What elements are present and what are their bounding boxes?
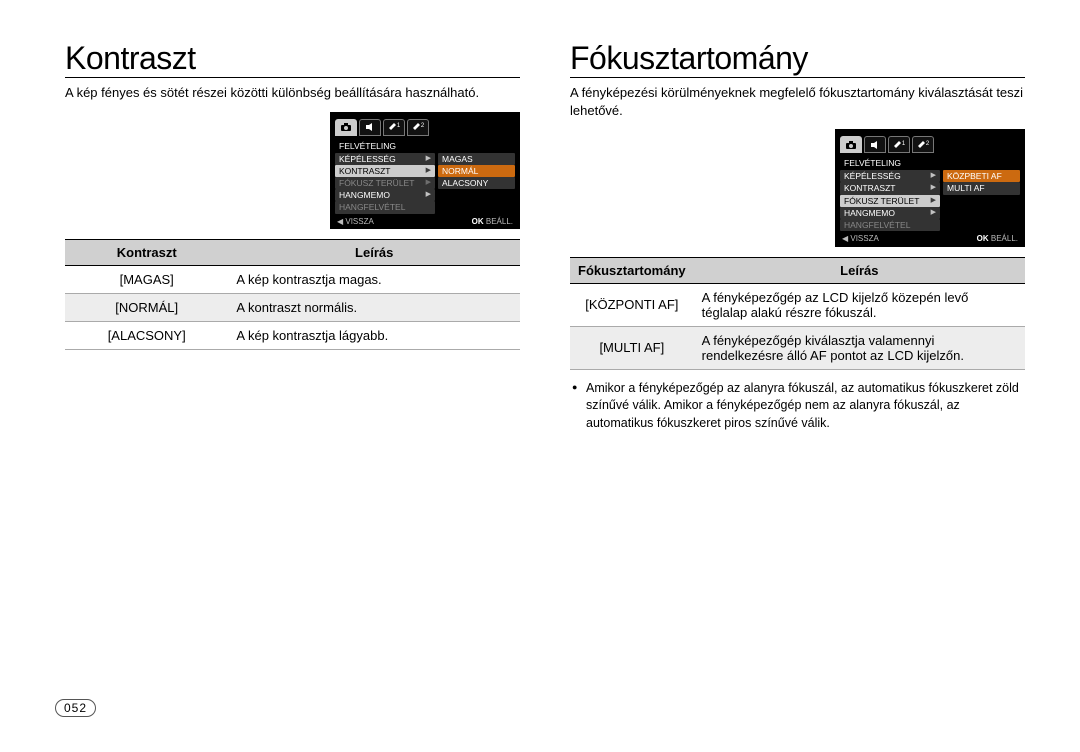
option-cell: [MAGAS] — [65, 266, 228, 294]
left-lcd: 1 2 FELVÉTELING KÉPÉLESSÉG▶KONTRASZT▶FÓK… — [330, 112, 520, 230]
option-cell: [NORMÁL] — [65, 294, 228, 322]
wrench-tab-2-icon: 2 — [407, 119, 429, 136]
lcd-menu-item: FÓKUSZ TERÜLET▶ — [335, 177, 435, 189]
lcd-left-list: KÉPÉLESSÉG▶KONTRASZT▶FÓKUSZ TERÜLET▶HANG… — [335, 153, 435, 214]
lcd-menu-item: FÓKUSZ TERÜLET▶ — [840, 195, 940, 207]
lcd-body: KÉPÉLESSÉG▶KONTRASZT▶FÓKUSZ TERÜLET▶HANG… — [335, 153, 515, 214]
right-table-body: [KÖZPONTI AF]A fényképezőgép az LCD kije… — [570, 283, 1025, 369]
option-cell: [MULTI AF] — [570, 326, 694, 369]
lcd-footer: ◀ VISSZA OK BEÁLL. — [840, 231, 1020, 244]
lcd-tabs: 1 2 — [335, 117, 515, 140]
sound-tab-icon — [864, 136, 886, 153]
desc-cell: A kép kontrasztja magas. — [228, 266, 520, 294]
th-desc: Leírás — [228, 240, 520, 266]
option-cell: [KÖZPONTI AF] — [570, 283, 694, 326]
desc-cell: A kép kontrasztja lágyabb. — [228, 322, 520, 350]
lcd-menu-item: KÉPÉLESSÉG▶ — [840, 170, 940, 182]
table-row: [NORMÁL]A kontraszt normális. — [65, 294, 520, 322]
desc-cell: A fényképezőgép kiválasztja valamennyi r… — [694, 326, 1025, 369]
camera-tab-icon — [335, 119, 357, 136]
wrench-tab-1-icon: 1 — [383, 119, 405, 136]
table-row: [ALACSONY]A kép kontrasztja lágyabb. — [65, 322, 520, 350]
option-cell: [ALACSONY] — [65, 322, 228, 350]
left-table-body: [MAGAS]A kép kontrasztja magas.[NORMÁL]A… — [65, 266, 520, 350]
right-column: Fókusztartomány A fényképezési körülmény… — [570, 40, 1025, 432]
th-option: Fókusztartomány — [570, 257, 694, 283]
th-desc: Leírás — [694, 257, 1025, 283]
left-table: Kontraszt Leírás [MAGAS]A kép kontrasztj… — [65, 239, 520, 350]
lcd-menu-item: NORMÁL — [438, 165, 515, 177]
lcd-menu-item: MULTI AF — [943, 182, 1020, 194]
lcd-left-list: KÉPÉLESSÉG▶KONTRASZT▶FÓKUSZ TERÜLET▶HANG… — [840, 170, 940, 231]
lcd-menu-item: KONTRASZT▶ — [840, 182, 940, 194]
left-lcd-wrap: 1 2 FELVÉTELING KÉPÉLESSÉG▶KONTRASZT▶FÓK… — [65, 112, 520, 230]
lcd-right-list: MAGASNORMÁLALACSONY — [435, 153, 515, 214]
right-intro: A fényképezési körülményeknek megfelelő … — [570, 84, 1025, 119]
left-column: Kontraszt A kép fényes és sötét részei k… — [65, 40, 520, 432]
lcd-menu-item: HANGMEMO▶ — [335, 189, 435, 201]
camera-tab-icon — [840, 136, 862, 153]
lcd-right-list: KÖZPBETI AFMULTI AF — [940, 170, 1020, 231]
left-intro: A kép fényes és sötét részei közötti kül… — [65, 84, 520, 102]
wrench-tab-1-icon: 1 — [888, 136, 910, 153]
lcd-menu-item: MAGAS — [438, 153, 515, 165]
page-number: 052 — [55, 699, 96, 717]
desc-cell: A kontraszt normális. — [228, 294, 520, 322]
sound-tab-icon — [359, 119, 381, 136]
lcd-menu-item: ALACSONY — [438, 177, 515, 189]
left-title: Kontraszt — [65, 40, 520, 78]
lcd-menu-item: HANGFELVÉTEL — [840, 219, 940, 231]
lcd-section: FELVÉTELING — [840, 157, 1020, 169]
table-row: [MULTI AF]A fényképezőgép kiválasztja va… — [570, 326, 1025, 369]
table-row: [KÖZPONTI AF]A fényképezőgép az LCD kije… — [570, 283, 1025, 326]
lcd-body: KÉPÉLESSÉG▶KONTRASZT▶FÓKUSZ TERÜLET▶HANG… — [840, 170, 1020, 231]
right-bullet: Amikor a fényképezőgép az alanyra fókusz… — [572, 380, 1025, 433]
th-option: Kontraszt — [65, 240, 228, 266]
lcd-tabs: 1 2 — [840, 134, 1020, 157]
right-lcd: 1 2 FELVÉTELING KÉPÉLESSÉG▶KONTRASZT▶FÓK… — [835, 129, 1025, 247]
lcd-menu-item: HANGFELVÉTEL — [335, 201, 435, 213]
lcd-section: FELVÉTELING — [335, 140, 515, 152]
lcd-menu-item: KÉPÉLESSÉG▶ — [335, 153, 435, 165]
lcd-menu-item: HANGMEMO▶ — [840, 207, 940, 219]
lcd-menu-item: KÖZPBETI AF — [943, 170, 1020, 182]
page-columns: Kontraszt A kép fényes és sötét részei k… — [65, 40, 1025, 432]
wrench-tab-2-icon: 2 — [912, 136, 934, 153]
desc-cell: A fényképezőgép az LCD kijelző közepén l… — [694, 283, 1025, 326]
lcd-footer: ◀ VISSZA OK BEÁLL. — [335, 214, 515, 227]
table-row: [MAGAS]A kép kontrasztja magas. — [65, 266, 520, 294]
right-table: Fókusztartomány Leírás [KÖZPONTI AF]A fé… — [570, 257, 1025, 370]
right-title: Fókusztartomány — [570, 40, 1025, 78]
right-lcd-wrap: 1 2 FELVÉTELING KÉPÉLESSÉG▶KONTRASZT▶FÓK… — [570, 129, 1025, 247]
lcd-menu-item: KONTRASZT▶ — [335, 165, 435, 177]
